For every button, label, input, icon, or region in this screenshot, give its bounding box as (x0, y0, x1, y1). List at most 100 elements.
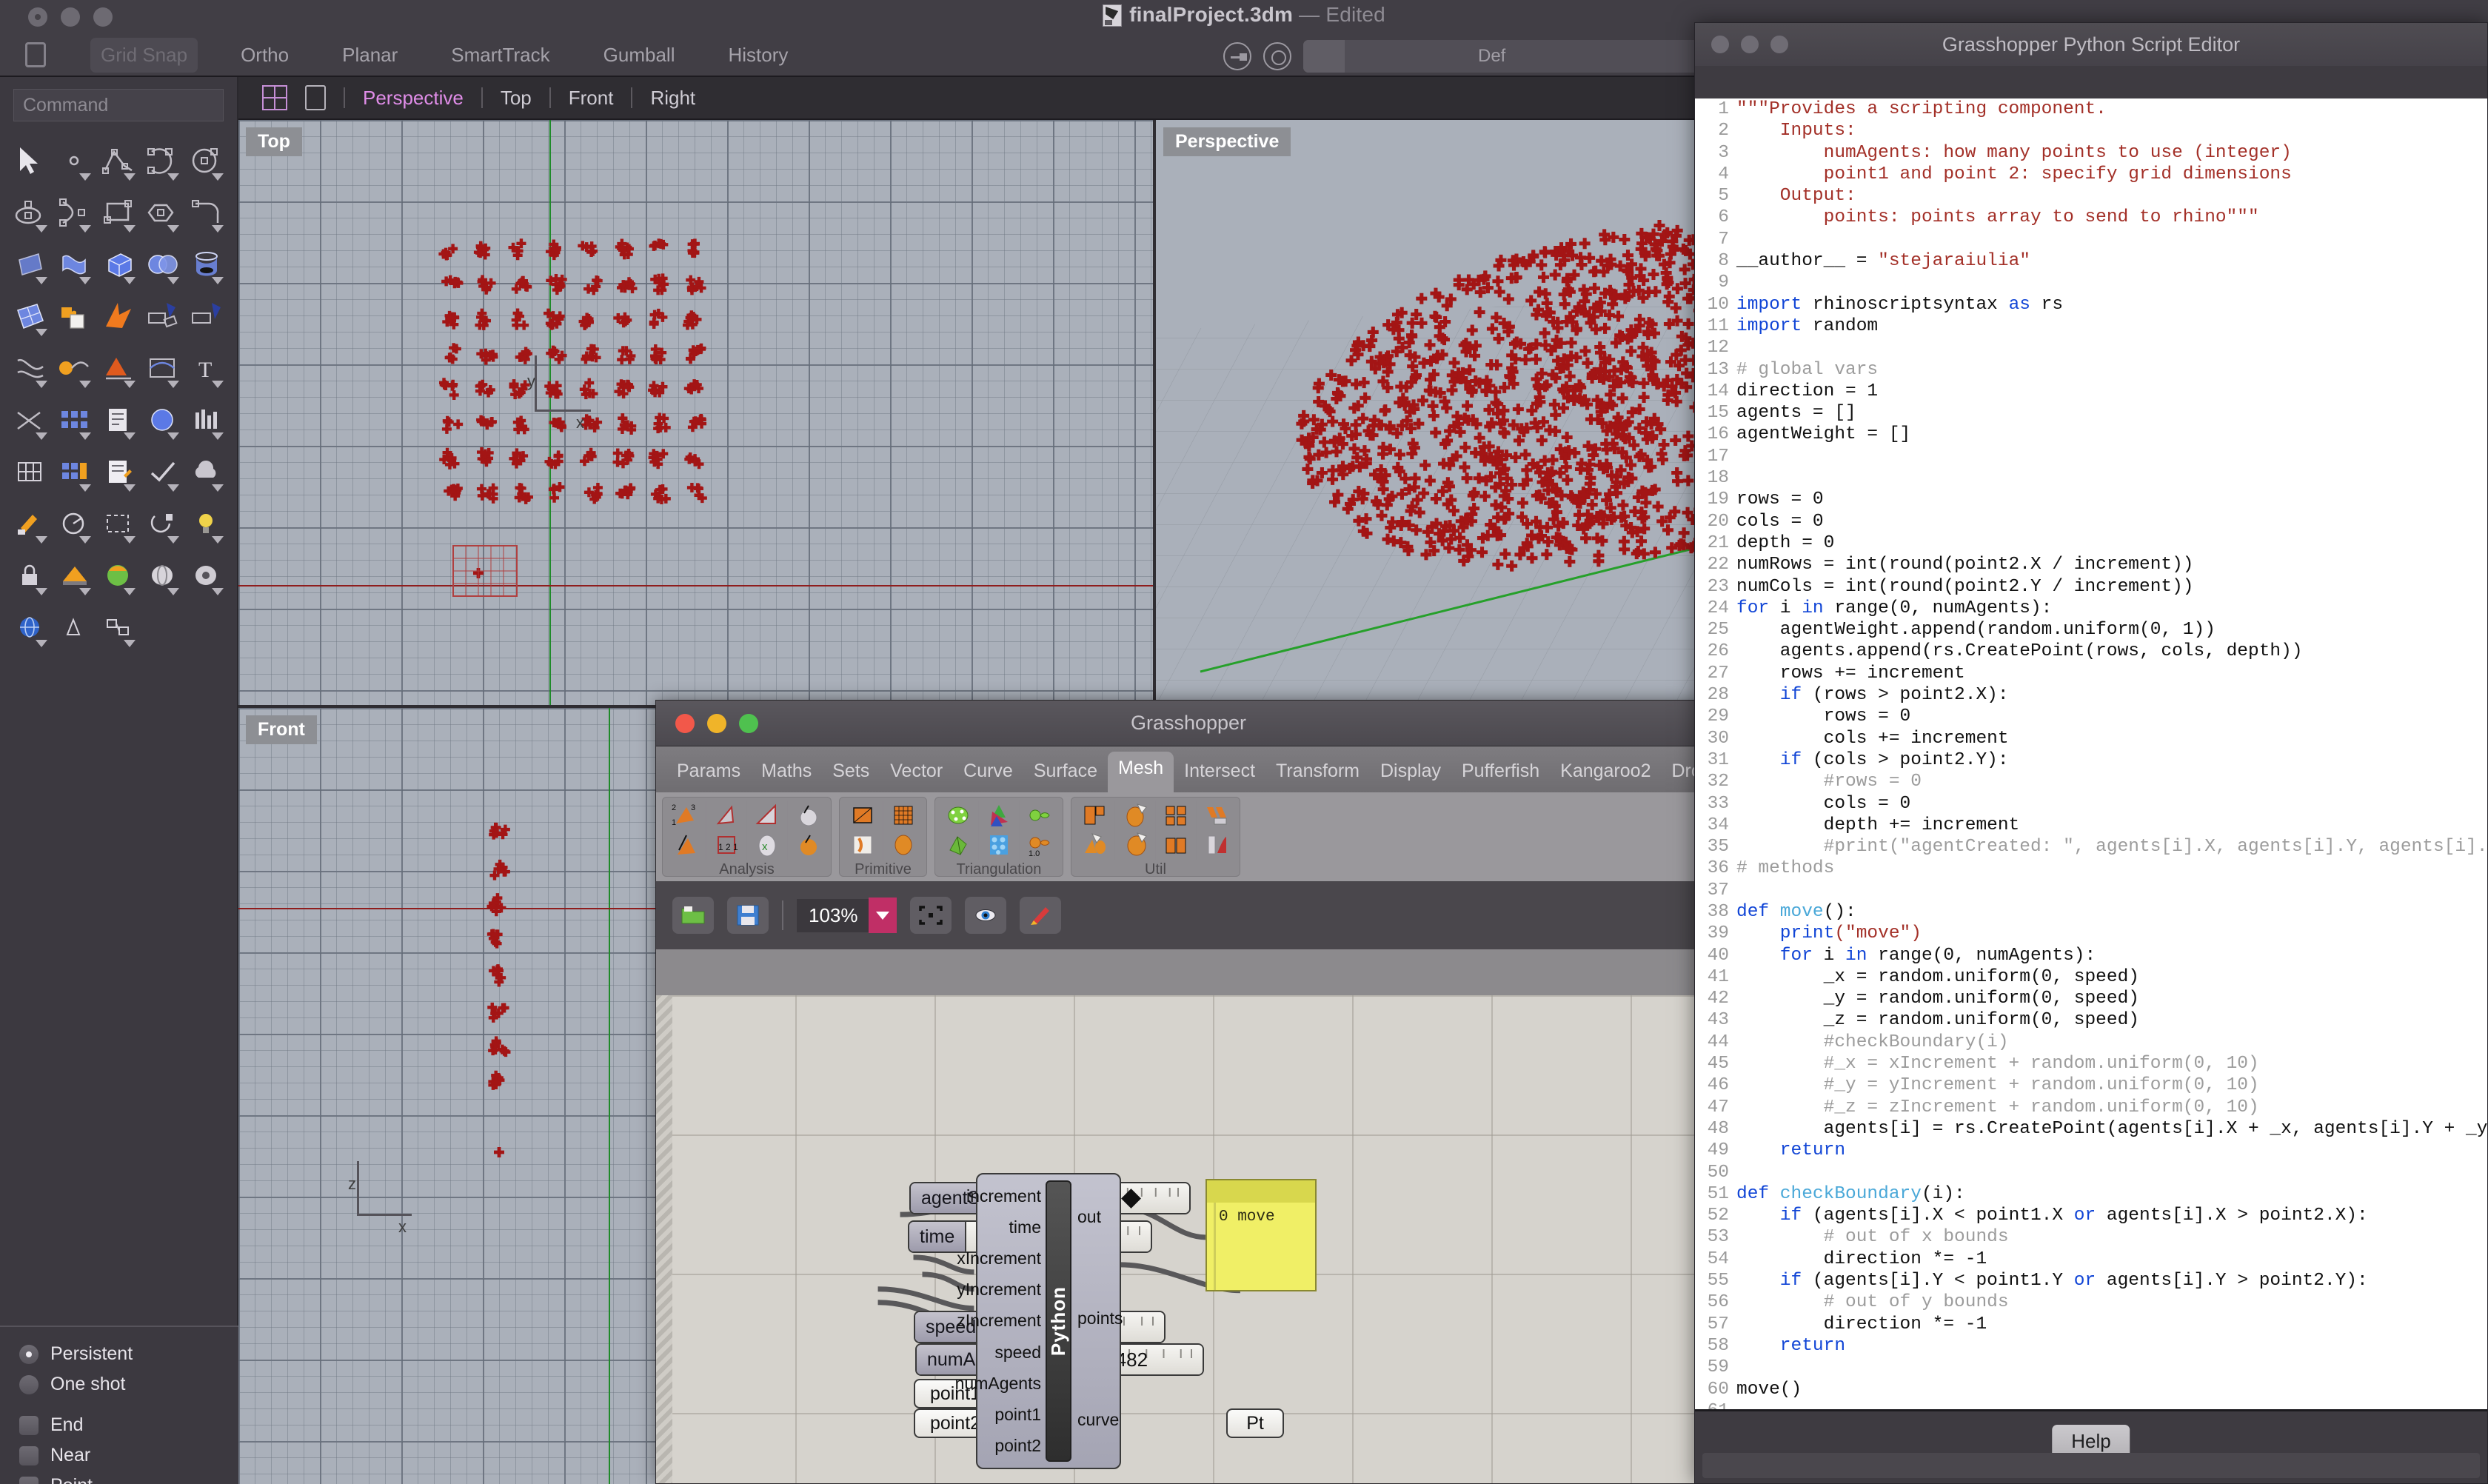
tab-right[interactable]: Right (650, 87, 695, 110)
slider-handle-diamond-icon[interactable] (1121, 1188, 1142, 1209)
mesh-split-icon[interactable] (1079, 830, 1110, 860)
python-component-title-bar[interactable]: Python (1046, 1180, 1071, 1462)
page-icon[interactable] (97, 397, 140, 443)
checkbox-icon[interactable] (19, 1445, 39, 1465)
group-icon[interactable] (141, 501, 184, 547)
tab-perspective[interactable]: Perspective (363, 87, 464, 110)
target-icon[interactable] (1263, 42, 1291, 70)
polygon-icon[interactable] (141, 190, 184, 235)
osnap-snap-end[interactable]: End (19, 1414, 238, 1436)
mesh-pipe-icon[interactable] (847, 830, 878, 860)
toolbar-button-smarttrack[interactable]: SmartTrack (441, 38, 560, 73)
gumball-icon[interactable] (53, 604, 96, 650)
command-input[interactable]: Command (13, 89, 224, 121)
array-icon[interactable] (53, 397, 96, 443)
python-component[interactable]: increment time xIncrement yIncrement zIn… (955, 1173, 1123, 1469)
orient-icon[interactable] (97, 345, 140, 391)
extrude-curve-icon[interactable] (185, 293, 228, 339)
python-output-points[interactable]: points (1077, 1308, 1123, 1328)
python-input-point1[interactable]: point1 (994, 1405, 1041, 1425)
radio-icon[interactable] (19, 1374, 39, 1394)
python-input-numAgents[interactable]: numAgents (955, 1374, 1041, 1394)
delaunay-edges-icon[interactable] (983, 801, 1014, 830)
panel-node[interactable]: 0 move (1205, 1179, 1317, 1291)
curve-icon[interactable] (53, 190, 96, 235)
tab-curve[interactable]: Curve (953, 755, 1023, 792)
bake-button[interactable] (1019, 897, 1061, 934)
circle-icon[interactable] (185, 138, 228, 184)
deconstruct-mesh-icon[interactable]: 1 2 1 (711, 830, 742, 860)
extrude-icon[interactable] (141, 293, 184, 339)
mesh-quad-icon[interactable] (847, 801, 878, 830)
mesh-brep-icon[interactable] (1201, 830, 1232, 860)
tab-sets[interactable]: Sets (822, 755, 880, 792)
mesh-edges-icon[interactable] (752, 801, 783, 830)
single-view-layout-icon[interactable] (305, 85, 326, 110)
polyline-icon[interactable] (97, 138, 140, 184)
tab-intersect[interactable]: Intersect (1174, 755, 1265, 792)
ellipse-icon[interactable] (9, 190, 52, 235)
python-input-yIncrement[interactable]: yIncrement (957, 1280, 1041, 1300)
arc-icon[interactable] (141, 138, 184, 184)
zoom-extents-button[interactable] (909, 897, 952, 934)
python-input-speed[interactable]: speed (994, 1343, 1041, 1363)
layer-dropdown[interactable]: Def (1303, 40, 1718, 73)
four-view-layout-icon[interactable] (262, 85, 287, 110)
note-icon[interactable] (97, 449, 140, 495)
python-input-xIncrement[interactable]: xIncrement (957, 1249, 1041, 1269)
tab-transform[interactable]: Transform (1265, 755, 1370, 792)
checkbox-icon[interactable] (19, 1476, 39, 1484)
chevron-down-icon[interactable] (868, 898, 897, 933)
material-sphere-icon[interactable] (97, 552, 140, 598)
tab-surface[interactable]: Surface (1023, 755, 1108, 792)
mesh-split-plane-icon[interactable] (1160, 830, 1191, 860)
zoom-control[interactable]: 103% (797, 898, 897, 933)
render-icon[interactable] (141, 552, 184, 598)
toolbar-button-ortho[interactable]: Ortho (230, 38, 299, 73)
select-region-icon[interactable] (97, 501, 140, 547)
mesh-point-icon[interactable] (792, 830, 823, 860)
param-node-pt[interactable]: Pt (1226, 1408, 1284, 1438)
sphere-blue-icon[interactable] (141, 397, 184, 443)
cloud-icon[interactable] (185, 449, 228, 495)
sidebar-toggle-icon[interactable] (25, 42, 46, 67)
osnap-mode-one-shot[interactable]: One shot (19, 1374, 238, 1395)
tab-top[interactable]: Top (501, 87, 532, 110)
fillet-icon[interactable] (185, 190, 228, 235)
globe-icon[interactable] (9, 604, 52, 650)
rectangle-icon[interactable] (97, 190, 140, 235)
mesh-ellipsoid-icon[interactable] (888, 830, 919, 860)
sweep-icon[interactable] (53, 345, 96, 391)
mesh-plane-icon[interactable] (888, 801, 919, 830)
radio-icon[interactable] (19, 1344, 39, 1364)
mesh-explode-icon[interactable] (1160, 801, 1191, 830)
save-file-button[interactable] (727, 897, 769, 934)
tab-display[interactable]: Display (1370, 755, 1451, 792)
chart-bars-icon[interactable] (185, 397, 228, 443)
select-arrow-icon[interactable] (9, 138, 52, 184)
mesh-closest-point-icon[interactable] (670, 830, 701, 860)
open-file-button[interactable] (672, 897, 714, 934)
boolean-puzzle-icon[interactable] (53, 293, 96, 339)
toolbar-button-history[interactable]: History (718, 38, 798, 73)
point-icon[interactable] (53, 138, 96, 184)
python-input-zIncrement[interactable]: zIncrement (957, 1311, 1041, 1331)
mesh-weld-icon[interactable] (1120, 801, 1151, 830)
tab-params[interactable]: Params (666, 755, 751, 792)
python-input-time[interactable]: time (1009, 1217, 1041, 1237)
paint-icon[interactable] (9, 501, 52, 547)
voronoi-icon[interactable] (983, 830, 1014, 860)
tab-front[interactable]: Front (569, 87, 614, 110)
revolve-icon[interactable] (185, 241, 228, 287)
layers-icon[interactable] (53, 449, 96, 495)
toolbar-button-grid-snap[interactable]: Grid Snap (90, 37, 198, 73)
metaball-t-icon[interactable]: 1.0 (1024, 830, 1055, 860)
toolbar-button-gumball[interactable]: Gumball (593, 38, 686, 73)
tab-maths[interactable]: Maths (751, 755, 822, 792)
mesh-eval-icon[interactable]: 2 3 1 (670, 801, 701, 830)
dimension-icon[interactable] (53, 501, 96, 547)
osnap-snap-near[interactable]: Near (19, 1445, 238, 1466)
tab-mesh[interactable]: Mesh (1108, 752, 1174, 792)
tab-vector[interactable]: Vector (880, 755, 953, 792)
layer-arrow-icon[interactable] (1223, 42, 1251, 70)
